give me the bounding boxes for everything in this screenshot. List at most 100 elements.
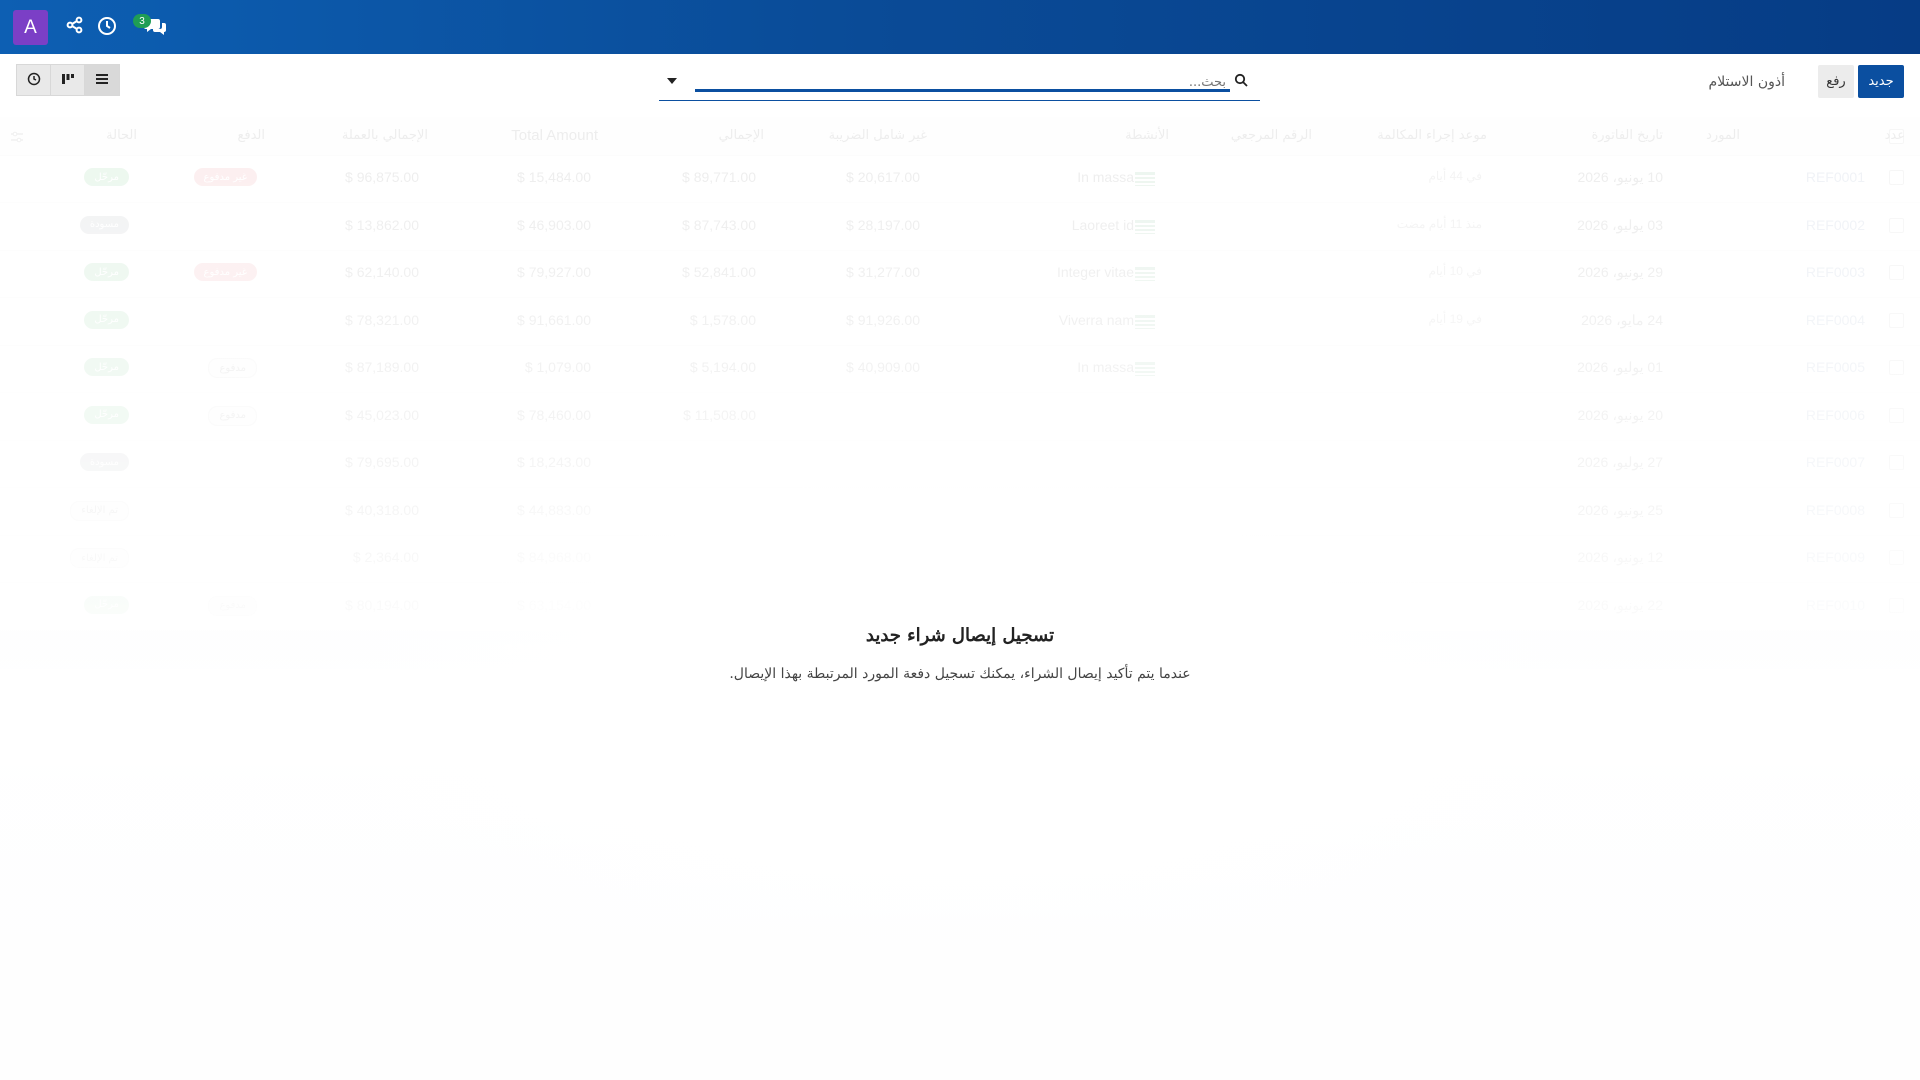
table-row[interactable]: REF0008 25 يونيو، 2026 $ 44,883.00 $ 40,318… <box>0 488 1920 536</box>
kanban-view-button[interactable] <box>50 64 86 96</box>
row-checkbox[interactable] <box>1889 217 1904 233</box>
row-total-amount: $ 63,154.00 <box>517 596 591 613</box>
header-total-amount[interactable]: Total Amount <box>511 127 598 144</box>
row-total: $ 52,841.00 <box>682 264 756 280</box>
row-total-currency: $ 40,318.00 <box>345 501 419 518</box>
row-reference-number: REF0009 <box>1805 549 1865 565</box>
row-total-currency: $ 96,875.00 <box>345 169 419 185</box>
row-invoice-date: 22 يونيو، 2026 <box>1577 596 1663 613</box>
row-total-currency: $ 45,023.00 <box>345 406 419 423</box>
row-checkbox[interactable] <box>1889 502 1904 518</box>
row-total-amount: $ 15,484.00 <box>517 169 591 185</box>
row-checkbox[interactable] <box>1889 550 1904 565</box>
row-reference-number: REF0003 <box>1805 264 1865 280</box>
search-options-dropdown-icon[interactable] <box>667 78 677 84</box>
activity-view-button[interactable] <box>16 64 52 96</box>
row-total-currency: $ 2,364.00 <box>352 549 419 565</box>
row-total-currency: $ 80,194.00 <box>345 596 419 613</box>
row-untaxed: $ 31,277.00 <box>846 264 920 280</box>
row-total: $ 5,194.00 <box>689 359 756 375</box>
row-deadline: في 10 أيام <box>1428 264 1482 278</box>
table-row[interactable]: REF0005 01 يوليو، 2026 In massa $ 40,909.00… <box>0 345 1920 393</box>
row-invoice-date: 25 يونيو، 2026 <box>1577 501 1663 518</box>
table-row[interactable]: REF0001 10 يونيو، 2026 في 44 أيام In massa $… <box>0 155 1920 203</box>
row-total-currency: $ 79,695.00 <box>345 454 419 470</box>
row-deadline: في 19 أيام <box>1428 311 1482 326</box>
row-activity: Viverra nam <box>1058 311 1134 328</box>
row-reference-number: REF0004 <box>1805 311 1865 328</box>
list-view-button[interactable] <box>84 64 120 96</box>
upload-button[interactable]: رفع <box>1818 65 1854 98</box>
row-reference-number: REF0006 <box>1805 406 1865 423</box>
empty-state-text: عندما يتم تأكيد إيصال الشراء، يمكنك تسجي… <box>729 666 1191 682</box>
row-total-amount: $ 18,243.00 <box>517 454 591 470</box>
table-row[interactable]: REF0006 20 يونيو، 2026 $ 11,508.00 $ 78,460… <box>0 393 1920 441</box>
header-reference[interactable]: الرقم المرجعي <box>1231 128 1312 143</box>
row-invoice-date: 03 يوليو، 2026 <box>1577 216 1663 233</box>
page-title: أذون الاستلام <box>1708 74 1785 90</box>
row-invoice-date: 10 يونيو، 2026 <box>1577 169 1663 185</box>
row-total: $ 87,743.00 <box>682 216 756 233</box>
payment-badge: مدفوع <box>208 405 257 426</box>
row-checkbox[interactable] <box>1889 170 1904 185</box>
row-reference-number: REF0001 <box>1805 169 1865 185</box>
row-deadline: منذ 11 أيام مضت <box>1396 216 1482 231</box>
list-icon <box>95 71 109 90</box>
header-total[interactable]: الإجمالي <box>719 128 764 143</box>
row-invoice-date: 29 يونيو، 2026 <box>1577 264 1663 280</box>
activity-flag-icon <box>1135 314 1155 329</box>
row-checkbox[interactable] <box>1889 455 1904 470</box>
share-nodes-icon[interactable] <box>66 16 88 38</box>
activity-flag-icon <box>1135 171 1155 186</box>
avatar[interactable]: A <box>13 10 48 45</box>
empty-state-helper: تسجيل إيصال شراء جديد عندما يتم تأكيد إي… <box>560 625 1360 682</box>
header-vendor[interactable]: المورد <box>1706 128 1740 143</box>
header-deadline[interactable]: موعد إجراء المكالمة <box>1377 128 1487 143</box>
header-status[interactable]: الحالة <box>106 128 137 143</box>
row-reference-number: REF0007 <box>1805 454 1865 470</box>
row-activity: Integer vitae <box>1056 264 1134 280</box>
header-invoice-date[interactable]: تاريخ الفاتورة <box>1591 128 1663 143</box>
row-checkbox[interactable] <box>1889 265 1904 280</box>
top-navbar: A 3 <box>0 0 1920 54</box>
table-row[interactable]: REF0007 27 يوليو، 2026 $ 18,243.00 $ 79,695… <box>0 440 1920 488</box>
row-checkbox[interactable] <box>1889 407 1904 423</box>
row-checkbox[interactable] <box>1889 597 1904 613</box>
clock-icon[interactable] <box>97 16 119 38</box>
row-invoice-date: 20 يونيو، 2026 <box>1577 406 1663 423</box>
status-badge: مرحّل <box>84 358 129 376</box>
status-badge: مرحّل <box>84 310 129 329</box>
column-settings-icon[interactable] <box>10 129 24 148</box>
row-reference-number: REF0005 <box>1805 359 1865 375</box>
messages-count-badge: 3 <box>133 14 151 28</box>
payment-badge: غير مدفوع <box>193 168 257 186</box>
row-total-amount: $ 78,460.00 <box>517 406 591 423</box>
table-row[interactable]: REF0010 22 يونيو، 2026 $ 63,154.00 $ 80,194… <box>0 583 1920 631</box>
clock-view-icon <box>27 71 41 90</box>
payment-badge: مدفوع <box>208 358 257 378</box>
row-invoice-date: 12 يونيو، 2026 <box>1577 549 1663 565</box>
kanban-icon <box>61 71 75 90</box>
header-activities[interactable]: الأنشطة <box>1125 128 1169 143</box>
search-bar <box>659 64 1260 101</box>
new-button[interactable]: جديد <box>1858 65 1904 98</box>
row-total: $ 1,578.00 <box>689 311 756 328</box>
table-row[interactable]: REF0003 29 يونيو، 2026 في 10 أيام Integer v… <box>0 250 1920 298</box>
header-untaxed[interactable]: غير شامل الضريبة <box>829 128 927 143</box>
table-row[interactable]: REF0009 12 يونيو، 2026 $ 84,968.00 $ 2,364.… <box>0 535 1920 583</box>
row-total-currency: $ 13,862.00 <box>345 216 419 233</box>
header-payment[interactable]: الدفع <box>237 128 265 143</box>
row-checkbox[interactable] <box>1889 312 1904 328</box>
status-badge: مسودة <box>79 453 129 471</box>
status-badge: مرحّل <box>84 168 129 186</box>
header-number[interactable]: عدد <box>1885 128 1905 143</box>
row-untaxed: $ 20,617.00 <box>846 169 920 185</box>
table-row[interactable]: REF0002 03 يوليو، 2026 منذ 11 أيام مضت Laor… <box>0 203 1920 251</box>
row-total-currency: $ 87,189.00 <box>345 359 419 375</box>
table-row[interactable]: REF0004 24 مايو، 2026 في 19 أيام Viverra na… <box>0 298 1920 346</box>
activity-flag-icon <box>1135 361 1155 376</box>
header-total-currency[interactable]: الإجمالي بالعملة <box>342 128 428 143</box>
row-untaxed: $ 91,926.00 <box>846 311 920 328</box>
search-icon <box>1234 72 1250 88</box>
row-checkbox[interactable] <box>1889 360 1904 375</box>
